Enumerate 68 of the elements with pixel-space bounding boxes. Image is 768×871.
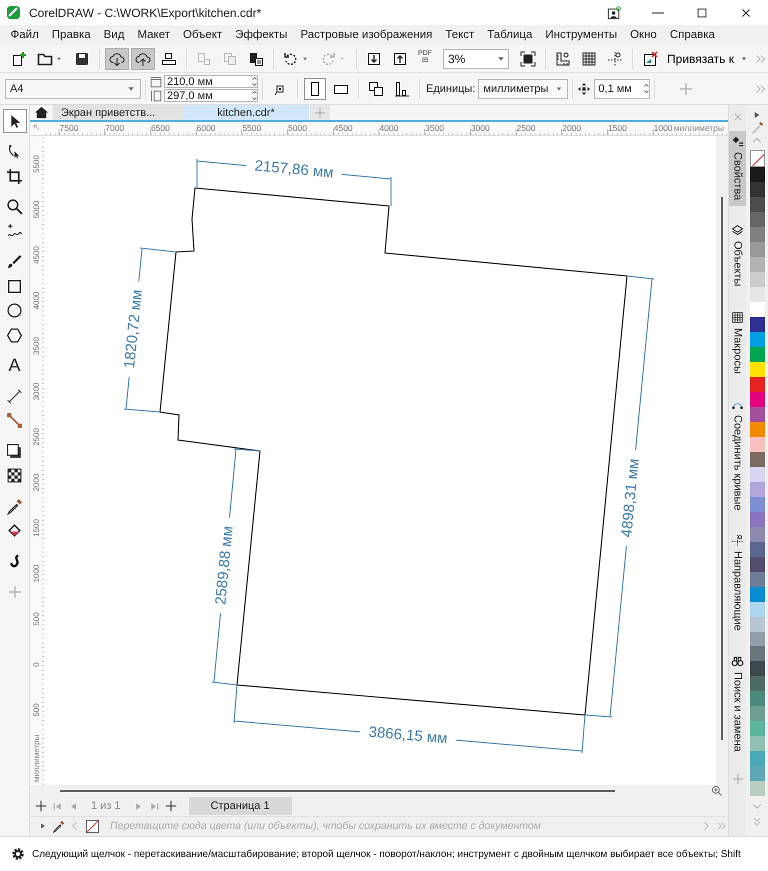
menu-item[interactable]: Правка — [45, 29, 98, 41]
ruler-label: 4000 — [32, 292, 41, 310]
color-drop-hint: Перетащите сюда цвета (или объекты), чтобы сохранить их вместе с документом — [110, 820, 542, 832]
menu-item[interactable]: Таблица — [480, 29, 539, 41]
ruler-label: 2000 — [32, 474, 41, 492]
welcome-tab[interactable]: Экран приветств... — [53, 105, 183, 120]
ruler-label: 2000 — [562, 123, 582, 134]
menu-item[interactable]: Текст — [438, 29, 481, 41]
ruler-label: 2500 — [516, 123, 536, 134]
height-field[interactable]: 297,0 мм — [164, 89, 258, 102]
ruler-label: 500 — [32, 612, 41, 626]
menu-item[interactable]: Окно — [624, 29, 664, 41]
ruler-label: 6000 — [196, 123, 216, 134]
ruler-label: 1000 — [654, 123, 673, 134]
ruler-label: 1500 — [32, 520, 41, 538]
ruler-label: 6500 — [150, 123, 170, 134]
page-size-dropdown[interactable]: A4 — [5, 78, 141, 98]
docker-tab[interactable]: Направляющие — [728, 530, 746, 637]
width-field[interactable]: 210,0 мм — [164, 75, 258, 88]
ruler-label: 7000 — [105, 123, 124, 134]
ruler-label: 500 — [32, 704, 41, 718]
text-tool[interactable]: A — [2, 354, 26, 378]
menu-item[interactable]: Вид — [97, 29, 131, 41]
ruler-label: 4000 — [379, 123, 398, 134]
docker-tab[interactable]: Свойства — [728, 131, 746, 206]
docker-tab[interactable]: Макросы — [728, 306, 746, 380]
units-dropdown[interactable]: миллиметры — [478, 78, 568, 98]
docker-tab[interactable]: Поиск и замена — [728, 650, 746, 758]
ruler-label: 4500 — [334, 123, 353, 134]
ruler-label: 3500 — [425, 123, 444, 134]
menu-item[interactable]: Файл — [4, 29, 46, 41]
page-counter: 1 из 1 — [91, 800, 121, 812]
zoom-dropdown[interactable]: 3% — [443, 48, 510, 68]
ruler-label: 5000 — [288, 123, 307, 134]
ruler-label: 5000 — [32, 201, 41, 219]
ruler-label: 2500 — [32, 428, 41, 446]
ruler-label: 5500 — [242, 123, 262, 134]
ruler-label: 1000 — [32, 565, 41, 583]
menu-item[interactable]: Объект — [176, 29, 229, 41]
ruler-label: 3000 — [32, 383, 41, 401]
ruler-label: 1500 — [608, 123, 627, 134]
menu-item[interactable]: Макет — [130, 29, 176, 41]
ruler-label: 3000 — [470, 123, 490, 134]
menu-item[interactable]: Инструменты — [538, 29, 624, 41]
docker-tab[interactable]: Объекты — [728, 220, 746, 293]
window-title: CorelDRAW - C:\WORK\Export\kitchen.cdr* — [29, 6, 262, 20]
menu-item[interactable]: Справка — [663, 29, 722, 41]
ruler-label: 3500 — [32, 338, 41, 356]
ruler-label: 4500 — [32, 246, 41, 264]
page-tab[interactable]: Страница 1 — [188, 797, 292, 816]
ruler-unit: миллиметры — [674, 123, 724, 134]
dimension-label: 2157,86 мм — [254, 158, 334, 182]
docker-tab[interactable]: Соединить кривые — [728, 394, 746, 516]
units-label: Единицы: — [426, 82, 476, 94]
ruler-label: 5500 — [32, 156, 41, 174]
snap-to-dropdown[interactable]: Привязать к — [663, 52, 754, 66]
dimension-label: 4898,31 мм — [618, 458, 643, 538]
ruler-label: 7500 — [60, 123, 78, 134]
dimension-label: 1820,72 мм — [121, 289, 146, 370]
ruler-unit: миллиметры — [32, 735, 41, 782]
status-text: Следующий щелчок - перетаскивание/масштабирование; второй щелчок - поворот/наклон; инструмент с двойным щелчком выбирает все объекты; Shift — [32, 848, 741, 860]
menu-item[interactable]: Эффекты — [228, 29, 294, 41]
dimension-label: 2589,88 мм — [212, 526, 237, 606]
ruler-label: 0 — [32, 662, 41, 668]
nudge-field[interactable]: 0,1 мм — [594, 78, 650, 98]
document-tab[interactable]: kitchen.cdr* — [183, 105, 309, 120]
menu-item[interactable]: Растровые изображения — [294, 29, 439, 41]
dimension-label: 3866,15 мм — [368, 724, 448, 748]
